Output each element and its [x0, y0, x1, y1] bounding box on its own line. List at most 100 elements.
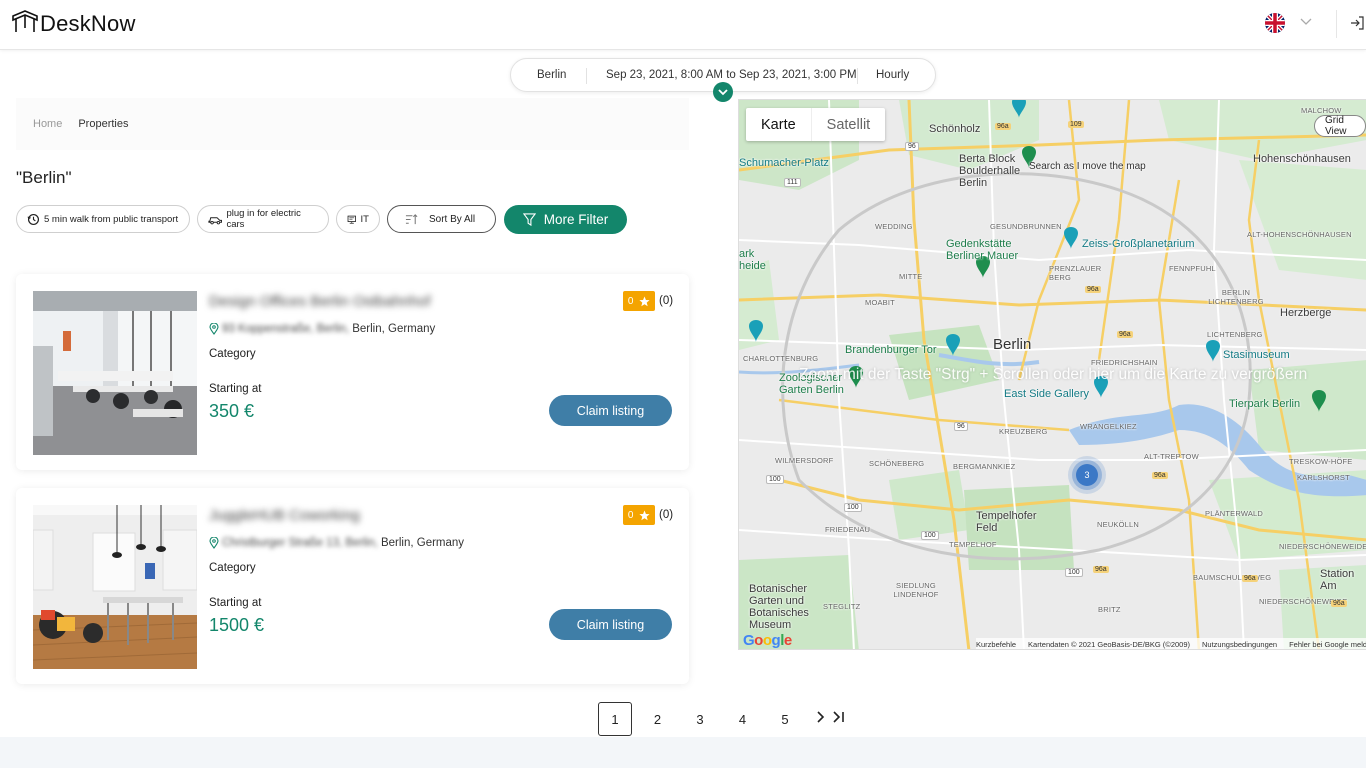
listing-title[interactable]: JuggleHUB Coworking	[209, 507, 360, 524]
search-booking-mode[interactable]: Hourly	[876, 69, 909, 81]
search-query-title: "Berlin"	[16, 168, 72, 187]
top-header: DeskNow	[0, 0, 1366, 50]
rating-count: (0)	[659, 295, 674, 307]
map-label: STEGLITZ	[823, 602, 861, 611]
listing-category: Category	[209, 562, 256, 574]
map-label: BAUMSCHULENWEG	[1193, 573, 1272, 582]
address-city: Berlin, Germany	[352, 323, 436, 335]
listing-photo[interactable]	[33, 291, 197, 455]
search-as-i-move-checkbox[interactable]: Search as I move the map	[1029, 161, 1146, 172]
map-label: Tempelhofer Feld	[976, 510, 1037, 534]
road-marker: 96a	[1117, 331, 1133, 338]
listing-card[interactable]: JuggleHUB Coworking Christburger Straße …	[16, 488, 689, 684]
road-marker: 100	[766, 475, 784, 484]
map-attribution: Kurzbefehle Kartendaten © 2021 GeoBasis-…	[976, 638, 1366, 649]
map-label: MITTE	[899, 272, 923, 281]
claim-listing-button[interactable]: Claim listing	[549, 609, 672, 640]
map-label: ark heide	[739, 248, 766, 272]
address-street: 93 Koppenstraße, Berlin,	[222, 323, 350, 335]
rating: 0 (0)	[623, 505, 673, 525]
page-5[interactable]: 5	[768, 702, 802, 736]
road-marker: 100	[1065, 568, 1083, 577]
filter-it[interactable]: IT	[336, 205, 380, 233]
road-marker: 96	[954, 422, 968, 431]
road-marker: 96a	[1331, 600, 1347, 607]
listing-card[interactable]: Design Offices Berlin Ostbahnhof 93 Kopp…	[16, 274, 689, 470]
page-4[interactable]: 4	[726, 702, 760, 736]
road-marker: 109	[1068, 121, 1084, 128]
map-label: WILMERSDORF	[775, 456, 834, 465]
address-city: Berlin, Germany	[380, 537, 465, 549]
clock-icon	[27, 213, 40, 225]
last-page-icon[interactable]	[832, 710, 846, 724]
sort-label: Sort By All	[429, 213, 476, 225]
map-type-tabs: Karte Satellit	[746, 108, 886, 141]
uk-flag-icon[interactable]	[1265, 13, 1285, 33]
desk-logo-icon	[12, 10, 38, 32]
listing-category: Category	[209, 348, 256, 360]
chevron-down-icon[interactable]	[1299, 14, 1313, 28]
map-label: KARLSHORST	[1297, 473, 1350, 482]
breadcrumb: Home Properties	[16, 98, 689, 150]
starting-at-label: Starting at	[209, 383, 262, 395]
starting-at-label: Starting at	[209, 597, 262, 609]
road-marker: 96a	[1093, 566, 1109, 573]
search-date-range[interactable]: Sep 23, 2021, 8:00 AM to Sep 23, 2021, 3…	[606, 69, 857, 81]
page-3[interactable]: 3	[683, 702, 717, 736]
header-divider	[1336, 10, 1337, 38]
map-zoom-hint: Zoom mit der Taste "Strg" + Scrollen ode…	[799, 366, 1308, 383]
listing-photo[interactable]	[33, 505, 197, 669]
page-2[interactable]: 2	[641, 702, 675, 736]
map-label: Gedenkstätte Berliner Mauer	[946, 238, 1019, 262]
map-label: Station Am	[1320, 568, 1355, 592]
map-label: GESUNDBRUNNEN	[990, 222, 1062, 231]
next-page-icon[interactable]	[815, 710, 827, 724]
divider	[586, 68, 587, 84]
map[interactable]: Karte Satellit Grid View Schönholz Berta…	[738, 99, 1366, 650]
logo-text: DeskNow	[40, 11, 136, 36]
divider	[857, 68, 858, 84]
logout-icon[interactable]	[1350, 16, 1364, 30]
sort-by-dropdown[interactable]: Sort By All	[387, 205, 496, 233]
listing-address: 93 Koppenstraße, Berlin, Berlin, Germany	[209, 323, 435, 335]
claim-listing-button[interactable]: Claim listing	[549, 395, 672, 426]
rating: 0 (0)	[623, 291, 673, 311]
report-error-link[interactable]: Fehler bei Google melden	[1289, 640, 1366, 649]
breadcrumb-home[interactable]: Home	[33, 118, 62, 130]
page-1[interactable]: 1	[598, 702, 632, 736]
map-label: Stasimuseum	[1223, 349, 1290, 361]
map-tab-karte[interactable]: Karte	[746, 108, 812, 141]
rating-badge: 0	[623, 291, 655, 311]
road-marker: 96a	[1085, 286, 1101, 293]
chevron-down-icon	[718, 89, 728, 96]
listing-cluster-marker[interactable]: 3	[1076, 464, 1098, 486]
map-label: NEUKÖLLN	[1097, 520, 1140, 529]
filter-electric-cars[interactable]: plug in for electric cars	[197, 205, 329, 233]
listing-price: 1500 €	[209, 615, 265, 635]
map-data-credit: Kartendaten © 2021 GeoBasis-DE/BKG (©200…	[1028, 640, 1191, 649]
map-label: Hohenschönhausen	[1253, 153, 1351, 165]
more-filter-button[interactable]: More Filter	[504, 205, 627, 234]
map-label: Schönholz	[929, 123, 981, 135]
map-label: Herzberge	[1280, 307, 1332, 319]
expand-search-button[interactable]	[713, 82, 733, 102]
filter-label: 5 min walk from public transport	[44, 213, 179, 225]
map-label: Zeiss-Großplanetarium	[1082, 238, 1195, 250]
pagination: 1 2 3 4 5	[598, 702, 811, 736]
map-label: KREUZBERG	[999, 427, 1048, 436]
rating-value: 0	[627, 295, 634, 307]
desknow-logo[interactable]: DeskNow	[12, 8, 136, 40]
listing-title[interactable]: Design Offices Berlin Ostbahnhof	[209, 293, 431, 310]
search-city[interactable]: Berlin	[537, 69, 566, 81]
star-icon	[639, 510, 650, 520]
map-label: MOABIT	[865, 298, 895, 307]
grid-view-button[interactable]: Grid View	[1314, 115, 1366, 137]
keyboard-shortcuts-link[interactable]: Kurzbefehle	[976, 640, 1016, 649]
filter-public-transport[interactable]: 5 min walk from public transport	[16, 205, 190, 233]
map-label: FRIEDENAU	[825, 525, 871, 534]
map-tab-satellit[interactable]: Satellit	[812, 108, 886, 141]
map-label: BERGMANNKIEZ	[953, 462, 1016, 471]
star-icon	[639, 296, 650, 306]
breadcrumb-current: Properties	[78, 118, 129, 130]
terms-link[interactable]: Nutzungsbedingungen	[1202, 640, 1277, 649]
